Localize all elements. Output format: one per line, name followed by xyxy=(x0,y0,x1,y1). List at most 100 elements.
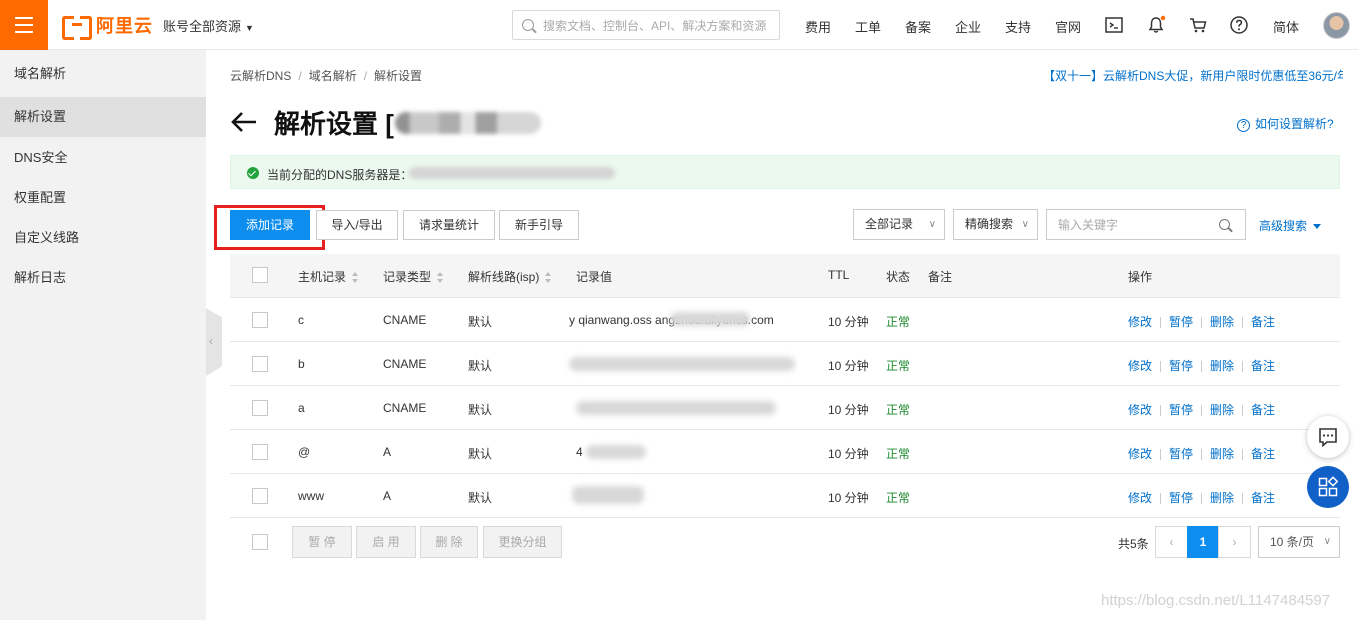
import-export-button[interactable]: 导入/导出 xyxy=(316,210,398,240)
sidebar-collapse-handle[interactable]: ‹ xyxy=(206,308,222,376)
sidebar-item-dns-security[interactable]: DNS安全 xyxy=(0,138,206,178)
menu-icon[interactable] xyxy=(0,0,48,50)
edit-link[interactable]: 修改 xyxy=(1128,359,1152,373)
cart-icon[interactable] xyxy=(1188,15,1208,35)
pause-link[interactable]: 暂停 xyxy=(1169,491,1193,505)
keyword-input[interactable] xyxy=(1058,216,1208,234)
caret-down-icon: ▼ xyxy=(245,23,254,33)
cell-type: A xyxy=(383,489,392,503)
language-switch[interactable]: 简体 xyxy=(1273,17,1299,36)
edit-link[interactable]: 修改 xyxy=(1128,491,1152,505)
pause-link[interactable]: 暂停 xyxy=(1169,315,1193,329)
row-checkbox[interactable] xyxy=(252,356,268,372)
avatar[interactable] xyxy=(1323,12,1350,39)
batch-pause-button[interactable]: 暂 停 xyxy=(292,526,352,558)
sort-icon xyxy=(352,272,359,284)
terminal-icon[interactable] xyxy=(1104,15,1124,35)
beginner-guide-button[interactable]: 新手引导 xyxy=(499,210,579,240)
global-search[interactable] xyxy=(512,10,780,40)
chevron-right-icon: › xyxy=(1232,535,1237,549)
breadcrumb-item[interactable]: 云解析DNS xyxy=(230,69,291,83)
global-search-input[interactable] xyxy=(543,17,775,35)
delete-link[interactable]: 删除 xyxy=(1210,491,1234,505)
prev-page-button[interactable]: ‹ xyxy=(1155,526,1188,558)
edit-link[interactable]: 修改 xyxy=(1128,403,1152,417)
col-host[interactable]: 主机记录 xyxy=(298,268,359,285)
sort-icon xyxy=(437,272,444,284)
pause-link[interactable]: 暂停 xyxy=(1169,359,1193,373)
record-filter-value: 全部记录 xyxy=(865,217,914,231)
redacted-value xyxy=(670,312,750,326)
remark-link[interactable]: 备注 xyxy=(1251,491,1275,505)
promo-link[interactable]: 【双十一】云解析DNS大促，新用户限时优惠低至36元/年 xyxy=(1043,67,1343,84)
delete-link[interactable]: 删除 xyxy=(1210,447,1234,461)
aliyun-logo[interactable]: 阿里云 xyxy=(62,14,153,40)
remark-link[interactable]: 备注 xyxy=(1251,403,1275,417)
page-number-button[interactable]: 1 xyxy=(1187,526,1219,558)
chevron-down-icon: ∨ xyxy=(1021,219,1029,230)
chat-float-button[interactable] xyxy=(1307,416,1349,458)
row-checkbox[interactable] xyxy=(252,400,268,416)
search-mode-select[interactable]: 精确搜索 ∨ xyxy=(953,209,1038,240)
account-resource-dropdown[interactable]: 账号全部资源 ▼ xyxy=(163,16,254,35)
sidebar-item-domain-resolution[interactable]: 域名解析 xyxy=(0,54,206,94)
bell-icon[interactable] xyxy=(1146,15,1166,35)
edit-link[interactable]: 修改 xyxy=(1128,315,1152,329)
sidebar-item-resolution-settings[interactable]: 解析设置 xyxy=(0,97,206,137)
delete-link[interactable]: 删除 xyxy=(1210,403,1234,417)
sidebar-item-resolution-log[interactable]: 解析日志 xyxy=(0,258,206,298)
breadcrumb-item[interactable]: 域名解析 xyxy=(309,69,357,83)
col-value: 记录值 xyxy=(576,270,613,284)
nav-support[interactable]: 支持 xyxy=(1005,17,1031,36)
cell-host: b xyxy=(298,357,305,371)
footer-select-all-checkbox[interactable] xyxy=(252,534,268,550)
delete-link[interactable]: 删除 xyxy=(1210,315,1234,329)
nav-enterprise[interactable]: 企业 xyxy=(955,17,981,36)
change-group-button[interactable]: 更换分组 xyxy=(483,526,562,558)
cell-status: 正常 xyxy=(886,315,911,329)
batch-enable-button[interactable]: 启 用 xyxy=(356,526,416,558)
col-line[interactable]: 解析线路(isp) xyxy=(468,268,552,285)
request-stats-button[interactable]: 请求量统计 xyxy=(403,210,495,240)
row-checkbox[interactable] xyxy=(252,312,268,328)
next-page-button[interactable]: › xyxy=(1218,526,1251,558)
remark-link[interactable]: 备注 xyxy=(1251,447,1275,461)
batch-delete-button[interactable]: 删 除 xyxy=(420,526,478,558)
search-icon[interactable] xyxy=(1219,219,1230,230)
add-record-button[interactable]: 添加记录 xyxy=(230,210,310,240)
chevron-left-icon: ‹ xyxy=(1169,535,1174,549)
row-actions: 修改 暂停 删除 备注 xyxy=(1128,445,1275,462)
back-arrow-icon[interactable] xyxy=(230,108,258,136)
help-link[interactable]: ? 如何设置解析? xyxy=(1237,115,1334,132)
delete-link[interactable]: 删除 xyxy=(1210,359,1234,373)
record-filter-select[interactable]: 全部记录 ∨ xyxy=(853,209,945,240)
cell-status: 正常 xyxy=(886,403,911,417)
redacted-value xyxy=(572,486,644,504)
select-all-checkbox[interactable] xyxy=(252,267,268,283)
keyword-search[interactable] xyxy=(1046,209,1246,240)
edit-link[interactable]: 修改 xyxy=(1128,447,1152,461)
row-checkbox[interactable] xyxy=(252,444,268,460)
advanced-search-toggle[interactable]: 高级搜索 xyxy=(1259,217,1322,234)
row-checkbox[interactable] xyxy=(252,488,268,504)
sidebar-item-weight-config[interactable]: 权重配置 xyxy=(0,178,206,218)
page-size-value: 10 条/页 xyxy=(1270,535,1315,549)
help-icon[interactable] xyxy=(1229,15,1249,35)
sidebar-item-custom-line[interactable]: 自定义线路 xyxy=(0,218,206,258)
redacted-value xyxy=(576,401,776,415)
nav-official-site[interactable]: 官网 xyxy=(1055,17,1081,36)
apps-float-button[interactable] xyxy=(1307,466,1349,508)
cell-host: www xyxy=(298,489,324,503)
cell-line: 默认 xyxy=(468,315,493,329)
page-size-select[interactable]: 10 条/页 ∨ xyxy=(1258,526,1340,558)
nav-tickets[interactable]: 工单 xyxy=(855,17,881,36)
remark-link[interactable]: 备注 xyxy=(1251,359,1275,373)
cell-type: A xyxy=(383,445,392,459)
remark-link[interactable]: 备注 xyxy=(1251,315,1275,329)
pause-link[interactable]: 暂停 xyxy=(1169,447,1193,461)
nav-icp[interactable]: 备案 xyxy=(905,17,931,36)
pause-link[interactable]: 暂停 xyxy=(1169,403,1193,417)
nav-fees[interactable]: 费用 xyxy=(805,17,831,36)
cell-host: @ xyxy=(298,445,311,459)
col-type[interactable]: 记录类型 xyxy=(383,268,444,285)
